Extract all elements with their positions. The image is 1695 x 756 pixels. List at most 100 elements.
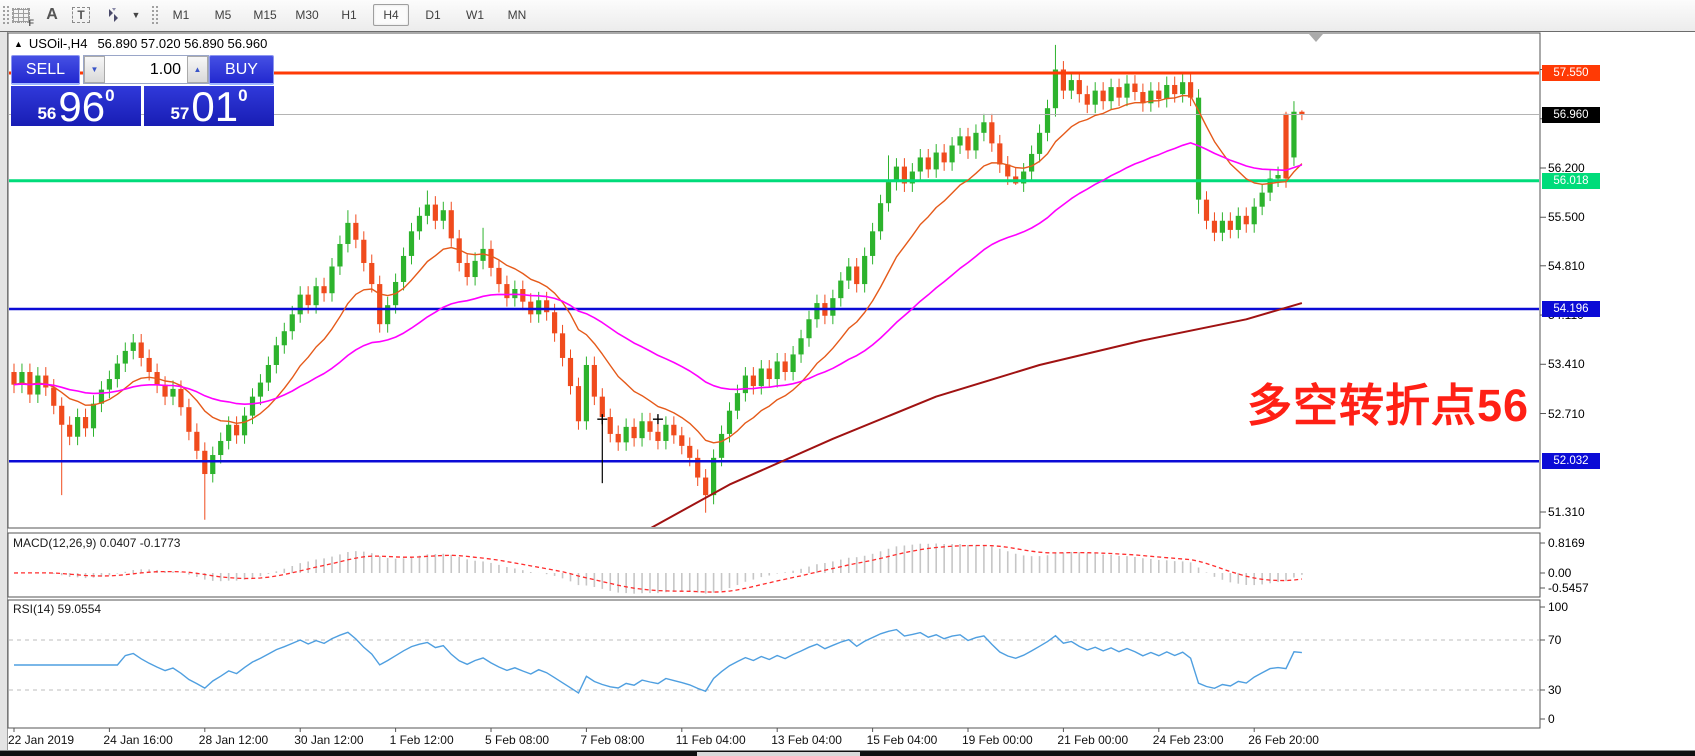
buy-button[interactable]: BUY: [209, 55, 274, 85]
candle-body: [306, 295, 311, 306]
candle-body: [1275, 175, 1280, 179]
sell-price-display[interactable]: 56960: [11, 86, 141, 126]
buy-price-digits: 01: [191, 90, 238, 124]
candle-body: [1291, 112, 1296, 158]
candle-body: [560, 333, 565, 358]
candle-body: [973, 133, 978, 151]
candle-body: [170, 389, 175, 397]
candle-body: [600, 397, 605, 417]
candle-body: [27, 372, 32, 395]
volume-increase-button[interactable]: ▲: [187, 56, 208, 83]
candle-body: [139, 342, 144, 357]
candle-body: [775, 361, 780, 379]
candle-body: [568, 358, 573, 386]
candle-body: [584, 365, 589, 421]
price-tick-label: 54.810: [1548, 259, 1585, 273]
candle-body: [783, 361, 788, 372]
candle-body: [950, 145, 955, 162]
candle-body: [536, 300, 541, 314]
candle-body: [719, 434, 724, 458]
candle-body: [321, 286, 326, 293]
time-axis-label: 28 Jan 12:00: [199, 733, 268, 747]
candle-body: [1260, 193, 1265, 207]
time-axis-label: 22 Jan 2019: [8, 733, 74, 747]
volume-input[interactable]: [105, 56, 187, 83]
candle-body: [345, 223, 350, 244]
candle-body: [886, 182, 891, 203]
candle-body: [1029, 154, 1034, 172]
candle-body: [655, 432, 660, 441]
macd-label: MACD(12,26,9) 0.0407 -0.1773: [13, 536, 180, 550]
candle-body: [401, 256, 406, 282]
candle-body: [186, 407, 191, 432]
candle-body: [639, 421, 644, 438]
ma-slow-line: [634, 303, 1302, 537]
candle-body: [1053, 70, 1058, 109]
candle-body: [592, 365, 597, 397]
candle-body: [107, 379, 112, 390]
time-axis-label: 19 Feb 00:00: [962, 733, 1033, 747]
bottom-tab-bar: [0, 750, 1695, 756]
candle-body: [878, 203, 883, 231]
candle-body: [473, 261, 478, 277]
candle-body: [846, 266, 851, 280]
candle-body: [194, 432, 199, 451]
sell-price-pip: 0: [105, 87, 114, 104]
candle-body: [711, 458, 716, 495]
candle-body: [1156, 91, 1161, 99]
candle-body: [242, 416, 247, 436]
price-tick-label: 55.500: [1548, 210, 1585, 224]
macd-pane-frame: [8, 533, 1540, 597]
candle-body: [465, 263, 470, 277]
candle-body: [353, 223, 358, 240]
candle-body: [997, 143, 1002, 164]
candle-body: [1228, 221, 1233, 230]
candle-body: [608, 417, 613, 434]
candle-body: [266, 365, 271, 383]
candle-body: [178, 389, 183, 407]
candle-body: [425, 205, 430, 216]
candle-body: [210, 455, 215, 474]
candle-body: [767, 368, 772, 379]
candle-body: [934, 153, 939, 170]
rsi-label: RSI(14) 59.0554: [13, 602, 101, 616]
symbol-name: USOil-,H4: [29, 36, 88, 51]
candle-body: [1252, 207, 1257, 225]
candle-body: [131, 342, 136, 350]
anchor-cross-mark: [653, 414, 663, 424]
time-axis-label: 1 Feb 12:00: [390, 733, 454, 747]
time-axis-label: 5 Feb 08:00: [485, 733, 549, 747]
time-axis-label: 26 Feb 20:00: [1248, 733, 1319, 747]
collapse-triangle-icon[interactable]: ▲: [14, 39, 23, 49]
candle-body: [1204, 200, 1209, 221]
candle-body: [870, 231, 875, 256]
candle-body: [51, 387, 56, 405]
candle-body: [1116, 87, 1121, 98]
candle-body: [274, 345, 279, 365]
candle-body: [663, 425, 668, 441]
candle-body: [798, 338, 803, 354]
candle-body: [1005, 164, 1010, 176]
candle-body: [35, 376, 40, 395]
candle-body: [123, 351, 128, 364]
time-axis-label: 15 Feb 04:00: [867, 733, 938, 747]
candle-body: [735, 393, 740, 411]
price-tick-label: 51.310: [1548, 505, 1585, 519]
price-tick-label: 53.410: [1548, 357, 1585, 371]
candle-body: [1093, 91, 1098, 105]
candle-body: [1220, 221, 1225, 233]
candle-body: [218, 441, 223, 455]
sell-button[interactable]: SELL: [11, 55, 80, 85]
candle-body: [806, 319, 811, 338]
candle-body: [671, 425, 676, 436]
buy-price-display[interactable]: 57010: [144, 86, 274, 126]
time-axis-label: 11 Feb 04:00: [676, 733, 746, 747]
candle-body: [854, 266, 859, 284]
candle-body: [83, 417, 88, 428]
candle-body: [727, 411, 732, 434]
bottom-tab[interactable]: [697, 752, 860, 756]
candle-body: [234, 425, 239, 436]
candle-body: [67, 425, 72, 437]
candle-body: [918, 157, 923, 171]
volume-decrease-button[interactable]: ▼: [84, 56, 105, 83]
